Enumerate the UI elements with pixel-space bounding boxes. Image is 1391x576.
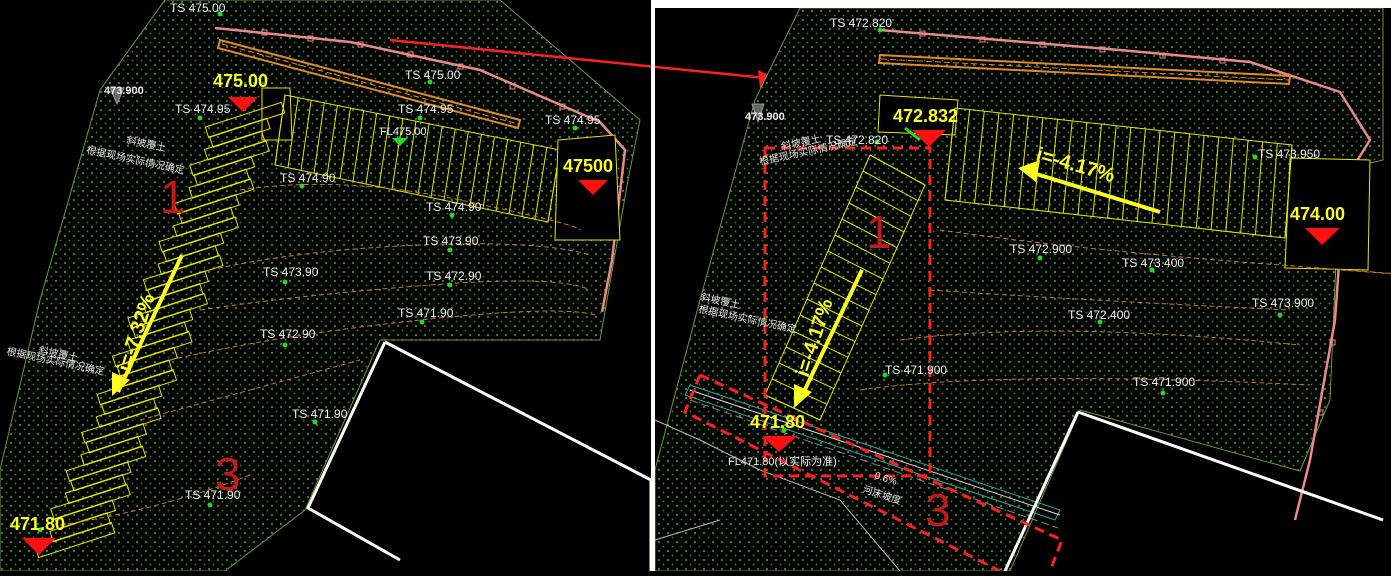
left-ts-label: TS 472.90 <box>426 269 482 283</box>
panel-divider <box>651 0 655 571</box>
left-ts-label: TS 473.90 <box>263 265 319 279</box>
left-right-level: 47500 <box>563 156 613 176</box>
left-bottom-level: 471.80 <box>10 514 65 534</box>
right-ts-label: TS 473.900 <box>1252 296 1314 310</box>
left-ts-label: TS 474.95 <box>175 102 231 116</box>
right-ts-label: TS 471.900 <box>885 363 947 377</box>
cad-comparison-stage: TS 475.00 TS 475.00 TS 474.95 TS 474.95 … <box>0 0 1391 573</box>
left-ts-label: TS 474.90 <box>280 171 336 185</box>
left-ts-label: TS 472.90 <box>260 327 316 341</box>
left-zone-1: 1 <box>160 171 186 223</box>
left-ts-label: TS 474.95 <box>545 113 601 127</box>
right-ts-label: TS 472.820 <box>830 16 892 30</box>
left-ts-label: TS 474.90 <box>426 200 482 214</box>
right-ts-label: TS 471.900 <box>1133 375 1195 389</box>
right-zone-1: 1 <box>866 206 892 258</box>
right-top-level: 472.832 <box>893 106 958 126</box>
right-site-area <box>654 7 1384 572</box>
left-ts-label: TS 475.00 <box>405 68 461 82</box>
left-corner-level: 473.900 <box>104 85 144 97</box>
left-ts-label: TS 475.00 <box>170 1 226 15</box>
top-band <box>655 0 1391 8</box>
left-ts-label: TS 474.95 <box>398 102 454 116</box>
right-corner-level: 473.900 <box>745 111 785 123</box>
left-fl-label: FL475.00 <box>380 126 426 138</box>
right-ts-label: TS 473.400 <box>1122 256 1184 270</box>
left-top-level: 475.00 <box>213 71 268 91</box>
left-ts-label: TS 473.90 <box>423 234 479 248</box>
right-fl-label: FL471.80(以实际为准) <box>728 454 837 468</box>
right-plan: TS 472.820 TS 472.820 TS 473.950 TS 472.… <box>654 7 1391 573</box>
left-ts-label: TS 471.90 <box>398 306 454 320</box>
right-ts-label: TS 473.950 <box>1258 147 1320 161</box>
right-ts-label: TS 472.400 <box>1068 308 1130 322</box>
right-bottom-level: 471.80 <box>750 412 805 432</box>
left-zone-3: 3 <box>215 448 241 500</box>
left-ts-label: TS 471.90 <box>292 407 348 421</box>
right-right-level: 474.00 <box>1290 204 1345 224</box>
site-plan-drawing: TS 475.00 TS 475.00 TS 474.95 TS 474.95 … <box>0 0 1391 573</box>
right-zone-3: 3 <box>925 484 951 536</box>
right-ts-label: TS 472.900 <box>1010 242 1072 256</box>
